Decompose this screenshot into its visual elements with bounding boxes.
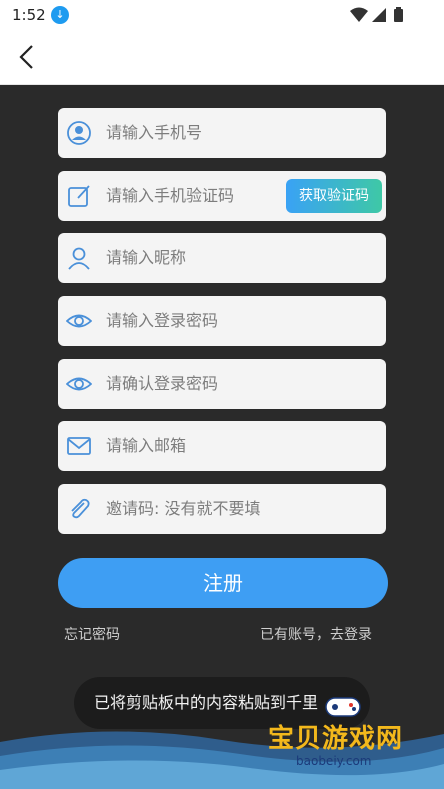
system-indicators xyxy=(350,7,403,22)
mail-icon xyxy=(67,437,91,455)
eye-icon[interactable] xyxy=(66,371,92,397)
email-field[interactable]: 请输入邮箱 xyxy=(58,421,386,471)
confirm-password-input[interactable]: 请确认登录密码 xyxy=(106,359,218,409)
password-field[interactable]: 请输入登录密码 xyxy=(58,296,386,346)
phone-field[interactable]: 请输入手机号 xyxy=(58,108,386,158)
watermark: 宝贝游戏网 baobeiy.com xyxy=(268,692,418,782)
signal-icon xyxy=(372,8,386,22)
password-input[interactable]: 请输入登录密码 xyxy=(106,296,218,346)
forgot-password-link[interactable]: 忘记密码 xyxy=(64,624,120,644)
register-button[interactable]: 注册 xyxy=(58,558,388,608)
user-circle-icon xyxy=(67,121,91,145)
edit-icon xyxy=(68,185,90,207)
status-bar: 1:52 ↓ xyxy=(0,0,444,30)
watermark-cn: 宝贝游戏网 xyxy=(268,724,404,754)
back-arrow-icon[interactable] xyxy=(14,42,42,72)
app-bar xyxy=(0,30,444,85)
download-icon: ↓ xyxy=(51,6,69,24)
eye-icon[interactable] xyxy=(66,308,92,334)
login-link[interactable]: 已有账号，去登录 xyxy=(260,624,372,644)
phone-input[interactable]: 请输入手机号 xyxy=(106,108,202,158)
wifi-icon xyxy=(350,7,368,22)
confirm-password-field[interactable]: 请确认登录密码 xyxy=(58,359,386,409)
paperclip-icon xyxy=(71,498,90,519)
invite-input[interactable]: 邀请码: 没有就不要填 xyxy=(106,484,260,534)
battery-icon xyxy=(394,7,403,22)
watermark-en: baobeiy.com xyxy=(296,754,372,768)
gamepad-icon xyxy=(325,697,361,717)
nickname-input[interactable]: 请输入昵称 xyxy=(106,233,186,283)
get-code-button[interactable]: 获取验证码 xyxy=(286,179,382,213)
code-input[interactable]: 请输入手机验证码 xyxy=(106,171,234,221)
email-input[interactable]: 请输入邮箱 xyxy=(106,421,186,471)
code-field[interactable]: 请输入手机验证码 获取验证码 xyxy=(58,171,386,221)
invite-field[interactable]: 邀请码: 没有就不要填 xyxy=(58,484,386,534)
user-icon xyxy=(68,247,90,270)
nickname-field[interactable]: 请输入昵称 xyxy=(58,233,386,283)
status-time: 1:52 xyxy=(12,6,46,24)
